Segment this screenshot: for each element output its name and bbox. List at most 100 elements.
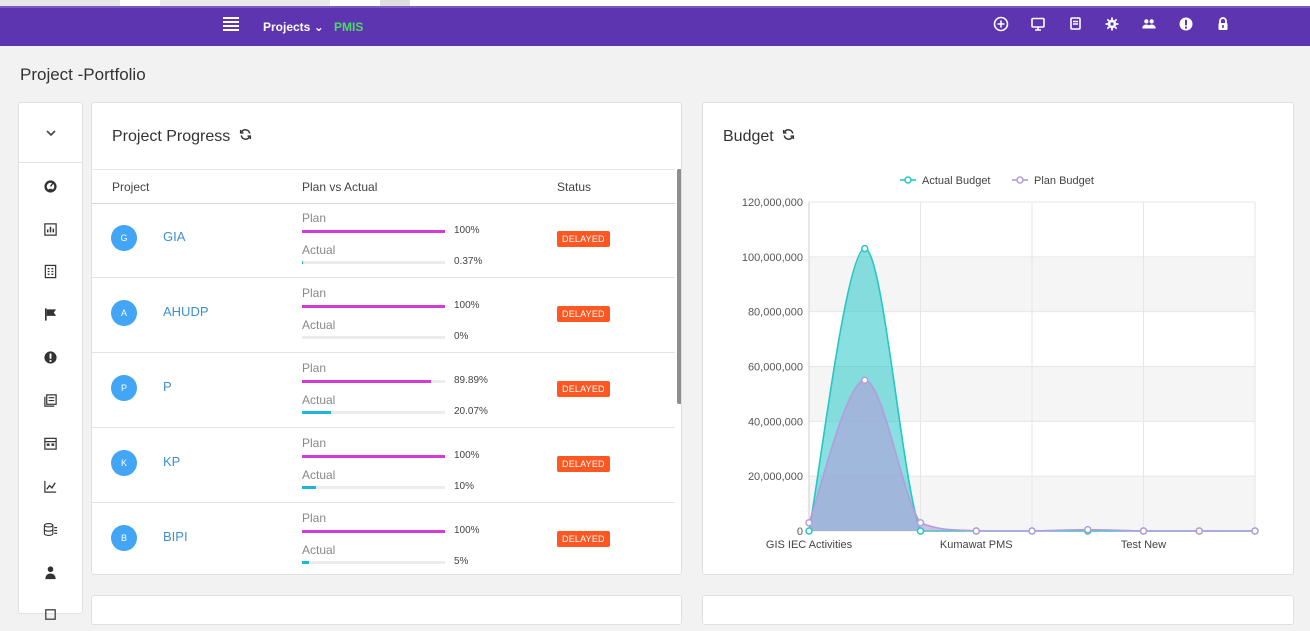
plan-progress-bar: [302, 380, 445, 383]
actual-bar-fill: [302, 486, 317, 489]
plan-label: Plan: [302, 511, 327, 525]
users-icon[interactable]: [1130, 14, 1167, 34]
plan-label: Plan: [302, 361, 327, 375]
top-navbar: Projects ⌄ PMIS: [0, 0, 1310, 46]
data-point: [1195, 527, 1203, 535]
copy-icon[interactable]: [1056, 14, 1093, 34]
plan-percent: 100%: [454, 225, 480, 236]
stack-icon[interactable]: [19, 383, 82, 417]
table-row[interactable]: G GIA Plan 100% Actual 0.37% DELAYED: [92, 203, 675, 278]
user-icon[interactable]: [19, 555, 82, 589]
table-row[interactable]: K KP Plan 100% Actual 10% DELAYED: [92, 428, 675, 503]
project-name-link[interactable]: GIA: [163, 229, 185, 244]
actual-percent: 20.07%: [454, 406, 488, 417]
project-avatar: A: [111, 300, 137, 326]
actual-percent: 5%: [454, 556, 469, 567]
flag-icon[interactable]: [19, 297, 82, 331]
projects-dropdown[interactable]: Projects ⌄: [263, 20, 324, 34]
progress-title-text: Project Progress: [112, 128, 231, 146]
bottom-card-left: [91, 595, 682, 625]
actual-label: Actual: [302, 243, 336, 257]
bottom-card-right: [702, 595, 1294, 625]
data-point: [1139, 527, 1148, 535]
monitor-icon[interactable]: [1019, 14, 1056, 34]
actual-progress-bar: [302, 561, 445, 564]
actual-label: Actual: [302, 543, 336, 557]
calendar-icon[interactable]: [19, 426, 82, 460]
dashboard-icon[interactable]: [19, 169, 82, 203]
sidebar: [18, 102, 83, 620]
alert-icon[interactable]: [1167, 14, 1204, 34]
plan-bar-fill: [302, 380, 431, 383]
data-point: [861, 244, 869, 253]
y-tick-label: 60,000,000: [748, 362, 803, 374]
data-point: [972, 527, 980, 535]
project-progress-card: Project Progress Project Plan vs Actual …: [91, 102, 682, 575]
actual-label: Actual: [302, 393, 336, 407]
data-point: [805, 527, 813, 535]
project-name-link[interactable]: KP: [163, 454, 180, 469]
actual-bar-fill: [302, 561, 310, 564]
data-point: [1028, 527, 1036, 535]
report-icon[interactable]: [19, 254, 82, 288]
actual-percent: 0.37%: [454, 256, 483, 267]
project-name-link[interactable]: P: [163, 379, 172, 394]
table-row[interactable]: B BIPI Plan 100% Actual 5% DELAYED: [92, 503, 675, 574]
menu-icon[interactable]: [223, 17, 239, 31]
chevron-down-icon[interactable]: [19, 103, 82, 163]
line-chart-icon[interactable]: [19, 469, 82, 503]
budget-card: Budget 0 20,000,000 40,000,000 60,000,000 80…: [702, 102, 1294, 575]
table-header: Project Plan vs Actual Status: [92, 169, 675, 204]
scrollbar[interactable]: [677, 169, 681, 404]
status-badge: DELAYED: [557, 231, 610, 247]
actual-percent: 0%: [454, 331, 469, 342]
lock-icon[interactable]: [1204, 14, 1241, 34]
plan-percent: 100%: [454, 300, 480, 311]
data-point: [916, 519, 925, 527]
y-tick-label: 0: [797, 526, 803, 538]
header-plan-vs-actual: Plan vs Actual: [302, 180, 378, 194]
data-point: [861, 376, 869, 384]
plan-progress-bar: [302, 230, 445, 233]
plan-progress-bar: [302, 455, 445, 458]
actual-progress-bar: [302, 411, 445, 414]
actual-progress-bar: [302, 336, 445, 339]
plan-percent: 89.89%: [454, 375, 488, 386]
actual-bar-fill: [302, 261, 304, 264]
top-icon-bar: [982, 14, 1241, 34]
brand-label: PMIS: [334, 20, 364, 34]
gear-icon[interactable]: [1093, 14, 1130, 34]
document-icon[interactable]: [19, 597, 82, 631]
add-circle-icon[interactable]: [982, 14, 1019, 34]
y-tick-label: 120,000,000: [742, 197, 803, 209]
y-tick-label: 80,000,000: [748, 307, 803, 319]
refresh-icon[interactable]: [239, 128, 252, 146]
plan-bar-fill: [302, 455, 445, 458]
alert-icon[interactable]: [19, 340, 82, 374]
actual-label: Actual: [302, 468, 336, 482]
table-row[interactable]: P P Plan 89.89% Actual 20.07% DELAYED: [92, 353, 675, 428]
project-name-link[interactable]: BIPI: [163, 529, 188, 544]
data-point: [805, 519, 813, 527]
database-icon[interactable]: [19, 512, 82, 546]
chart-frame-icon[interactable]: [19, 212, 82, 246]
project-avatar: B: [111, 525, 137, 551]
status-badge: DELAYED: [557, 306, 610, 322]
y-tick-label: 40,000,000: [748, 416, 803, 428]
status-badge: DELAYED: [557, 531, 610, 547]
plan-percent: 100%: [454, 525, 480, 536]
status-badge: DELAYED: [557, 381, 610, 397]
x-tick-label: Kumawat PMS: [940, 539, 1013, 551]
progress-card-title: Project Progress: [112, 128, 252, 146]
plan-label: Plan: [302, 436, 327, 450]
plan-bar-fill: [302, 305, 445, 308]
x-tick-label: GIS IEC Activities: [766, 539, 853, 551]
plan-bar-fill: [302, 530, 445, 533]
project-name-link[interactable]: AHUDP: [163, 304, 209, 319]
y-tick-label: 20,000,000: [748, 471, 803, 483]
plan-bar-fill: [302, 230, 445, 233]
plan-progress-bar: [302, 305, 445, 308]
y-tick-label: 100,000,000: [742, 252, 803, 264]
table-row[interactable]: A AHUDP Plan 100% Actual 0% DELAYED: [92, 278, 675, 353]
plan-progress-bar: [302, 530, 445, 533]
